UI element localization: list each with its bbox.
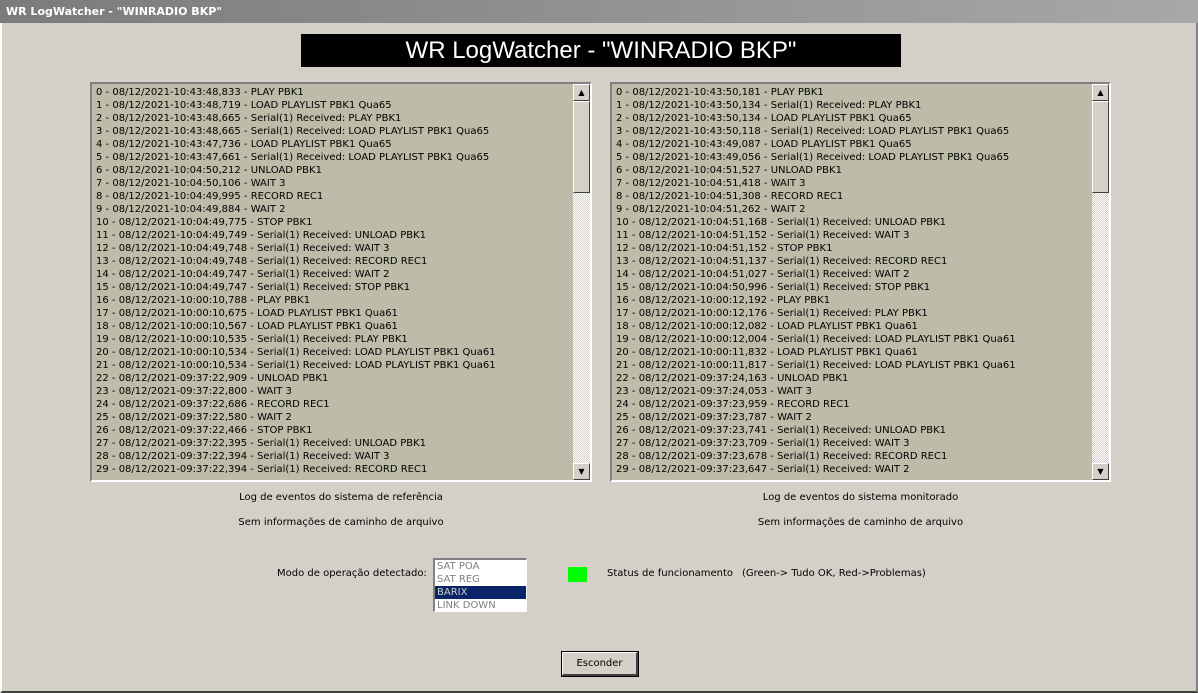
log-entry[interactable]: 24 - 08/12/2021-09:37:22,686 - RECORD RE… (96, 398, 570, 411)
log-entry[interactable]: 11 - 08/12/2021-10:04:49,749 - Serial(1)… (96, 229, 570, 242)
mode-label: Modo de operação detectado: (277, 568, 427, 579)
log-entry[interactable]: 6 - 08/12/2021-10:04:50,212 - UNLOAD PBK… (96, 164, 570, 177)
scroll-down-arrow-icon[interactable]: ▼ (573, 463, 590, 480)
window-title: WR LogWatcher - "WINRADIO BKP" (6, 5, 223, 18)
log-entry[interactable]: 9 - 08/12/2021-10:04:49,884 - WAIT 2 (96, 203, 570, 216)
log-entry[interactable]: 19 - 08/12/2021-10:00:12,004 - Serial(1)… (616, 333, 1089, 346)
scroll-down-arrow-icon[interactable]: ▼ (1092, 463, 1109, 480)
scroll-thumb[interactable] (1092, 101, 1109, 193)
log-entry[interactable]: 14 - 08/12/2021-10:04:49,747 - Serial(1)… (96, 268, 570, 281)
log-entry[interactable]: 16 - 08/12/2021-10:00:10,788 - PLAY PBK1 (96, 294, 570, 307)
log-entry[interactable]: 1 - 08/12/2021-10:43:48,719 - LOAD PLAYL… (96, 99, 570, 112)
log-entry[interactable]: 1 - 08/12/2021-10:43:50,134 - Serial(1) … (616, 99, 1089, 112)
log-entry[interactable]: 18 - 08/12/2021-10:00:10,567 - LOAD PLAY… (96, 320, 570, 333)
log-entry[interactable]: 24 - 08/12/2021-09:37:23,959 - RECORD RE… (616, 398, 1089, 411)
log-entry[interactable]: 23 - 08/12/2021-09:37:24,053 - WAIT 3 (616, 385, 1089, 398)
reference-log-path: Sem informações de caminho de arquivo (238, 517, 444, 528)
log-entry[interactable]: 23 - 08/12/2021-09:37:22,800 - WAIT 3 (96, 385, 570, 398)
log-entry[interactable]: 19 - 08/12/2021-10:00:10,535 - Serial(1)… (96, 333, 570, 346)
log-entry[interactable]: 18 - 08/12/2021-10:00:12,082 - LOAD PLAY… (616, 320, 1089, 333)
monitored-log-caption: Log de eventos do sistema monitorado (762, 492, 959, 503)
log-entry[interactable]: 13 - 08/12/2021-10:04:49,748 - Serial(1)… (96, 255, 570, 268)
log-entry[interactable]: 20 - 08/12/2021-10:00:11,832 - LOAD PLAY… (616, 346, 1089, 359)
log-entry[interactable]: 12 - 08/12/2021-10:04:51,152 - STOP PBK1 (616, 242, 1089, 255)
log-entry[interactable]: 27 - 08/12/2021-09:37:22,395 - Serial(1)… (96, 437, 570, 450)
log-entry[interactable]: 25 - 08/12/2021-09:37:23,787 - WAIT 2 (616, 411, 1089, 424)
log-entry[interactable]: 2 - 08/12/2021-10:43:48,665 - Serial(1) … (96, 112, 570, 125)
log-entry[interactable]: 22 - 08/12/2021-09:37:22,909 - UNLOAD PB… (96, 372, 570, 385)
mode-option[interactable]: BARIX (435, 586, 526, 599)
reference-log-lines: 0 - 08/12/2021-10:43:48,833 - PLAY PBK1 1… (96, 86, 570, 476)
log-entry[interactable]: 28 - 08/12/2021-09:37:22,394 - Serial(1)… (96, 450, 570, 463)
log-entry[interactable]: 20 - 08/12/2021-10:00:10,534 - Serial(1)… (96, 346, 570, 359)
status-indicator (568, 567, 587, 582)
log-entry[interactable]: 0 - 08/12/2021-10:43:50,181 - PLAY PBK1 (616, 86, 1089, 99)
log-entry[interactable]: 3 - 08/12/2021-10:43:50,118 - Serial(1) … (616, 125, 1089, 138)
log-entry[interactable]: 17 - 08/12/2021-10:00:10,675 - LOAD PLAY… (96, 307, 570, 320)
mode-option[interactable]: SAT POA (435, 560, 526, 573)
monitored-log-path: Sem informações de caminho de arquivo (757, 517, 964, 528)
log-entry[interactable]: 27 - 08/12/2021-09:37:23,709 - Serial(1)… (616, 437, 1089, 450)
mode-option[interactable]: LINK DOWN (435, 599, 526, 611)
log-entry[interactable]: 29 - 08/12/2021-09:37:22,394 - Serial(1)… (96, 463, 570, 476)
log-entry[interactable]: 5 - 08/12/2021-10:43:49,056 - Serial(1) … (616, 151, 1089, 164)
reference-log-caption: Log de eventos do sistema de referência (239, 492, 443, 503)
monitored-log-lines: 0 - 08/12/2021-10:43:50,181 - PLAY PBK1 1… (616, 86, 1089, 476)
log-entry[interactable]: 8 - 08/12/2021-10:04:51,308 - RECORD REC… (616, 190, 1089, 203)
monitored-log-scrollbar[interactable]: ▲ ▼ (1092, 84, 1109, 480)
log-entry[interactable]: 29 - 08/12/2021-09:37:23,647 - Serial(1)… (616, 463, 1089, 476)
log-entry[interactable]: 4 - 08/12/2021-10:43:47,736 - LOAD PLAYL… (96, 138, 570, 151)
app-banner: WR LogWatcher - "WINRADIO BKP" (301, 34, 901, 67)
log-entry[interactable]: 13 - 08/12/2021-10:04:51,137 - Serial(1)… (616, 255, 1089, 268)
status-legend: (Green-> Tudo OK, Red->Problemas) (742, 568, 926, 579)
log-entry[interactable]: 12 - 08/12/2021-10:04:49,748 - Serial(1)… (96, 242, 570, 255)
log-entry[interactable]: 22 - 08/12/2021-09:37:24,163 - UNLOAD PB… (616, 372, 1089, 385)
log-entry[interactable]: 21 - 08/12/2021-10:00:11,817 - Serial(1)… (616, 359, 1089, 372)
log-entry[interactable]: 4 - 08/12/2021-10:43:49,087 - LOAD PLAYL… (616, 138, 1089, 151)
log-entry[interactable]: 16 - 08/12/2021-10:00:12,192 - PLAY PBK1 (616, 294, 1089, 307)
log-entry[interactable]: 7 - 08/12/2021-10:04:50,106 - WAIT 3 (96, 177, 570, 190)
log-entry[interactable]: 28 - 08/12/2021-09:37:23,678 - Serial(1)… (616, 450, 1089, 463)
scroll-thumb[interactable] (573, 101, 590, 193)
log-entry[interactable]: 15 - 08/12/2021-10:04:49,747 - Serial(1)… (96, 281, 570, 294)
log-entry[interactable]: 17 - 08/12/2021-10:00:12,176 - Serial(1)… (616, 307, 1089, 320)
monitored-log-list[interactable]: 0 - 08/12/2021-10:43:50,181 - PLAY PBK1 1… (610, 82, 1111, 482)
status-label: Status de funcionamento (607, 568, 734, 579)
log-entry[interactable]: 14 - 08/12/2021-10:04:51,027 - Serial(1)… (616, 268, 1089, 281)
mode-listbox[interactable]: SAT POA SAT REG BARIX LINK DOWN (433, 558, 527, 612)
scroll-up-arrow-icon[interactable]: ▲ (573, 84, 590, 101)
log-entry[interactable]: 6 - 08/12/2021-10:04:51,527 - UNLOAD PBK… (616, 164, 1089, 177)
reference-log-list[interactable]: 0 - 08/12/2021-10:43:48,833 - PLAY PBK1 1… (90, 82, 592, 482)
log-entry[interactable]: 3 - 08/12/2021-10:43:48,665 - Serial(1) … (96, 125, 570, 138)
mode-option[interactable]: SAT REG (435, 573, 526, 586)
log-entry[interactable]: 21 - 08/12/2021-10:00:10,534 - Serial(1)… (96, 359, 570, 372)
log-entry[interactable]: 15 - 08/12/2021-10:04:50,996 - Serial(1)… (616, 281, 1089, 294)
log-entry[interactable]: 8 - 08/12/2021-10:04:49,995 - RECORD REC… (96, 190, 570, 203)
log-entry[interactable]: 9 - 08/12/2021-10:04:51,262 - WAIT 2 (616, 203, 1089, 216)
log-entry[interactable]: 25 - 08/12/2021-09:37:22,580 - WAIT 2 (96, 411, 570, 424)
log-entry[interactable]: 26 - 08/12/2021-09:37:22,466 - STOP PBK1 (96, 424, 570, 437)
log-entry[interactable]: 7 - 08/12/2021-10:04:51,418 - WAIT 3 (616, 177, 1089, 190)
log-entry[interactable]: 10 - 08/12/2021-10:04:49,775 - STOP PBK1 (96, 216, 570, 229)
log-entry[interactable]: 26 - 08/12/2021-09:37:23,741 - Serial(1)… (616, 424, 1089, 437)
log-entry[interactable]: 5 - 08/12/2021-10:43:47,661 - Serial(1) … (96, 151, 570, 164)
log-entry[interactable]: 2 - 08/12/2021-10:43:50,134 - LOAD PLAYL… (616, 112, 1089, 125)
log-entry[interactable]: 10 - 08/12/2021-10:04:51,168 - Serial(1)… (616, 216, 1089, 229)
reference-log-scrollbar[interactable]: ▲ ▼ (573, 84, 590, 480)
log-entry[interactable]: 0 - 08/12/2021-10:43:48,833 - PLAY PBK1 (96, 86, 570, 99)
window-titlebar: WR LogWatcher - "WINRADIO BKP" (0, 0, 1198, 23)
log-entry[interactable]: 11 - 08/12/2021-10:04:51,152 - Serial(1)… (616, 229, 1089, 242)
hide-button[interactable]: Esconder (561, 651, 639, 677)
scroll-up-arrow-icon[interactable]: ▲ (1092, 84, 1109, 101)
